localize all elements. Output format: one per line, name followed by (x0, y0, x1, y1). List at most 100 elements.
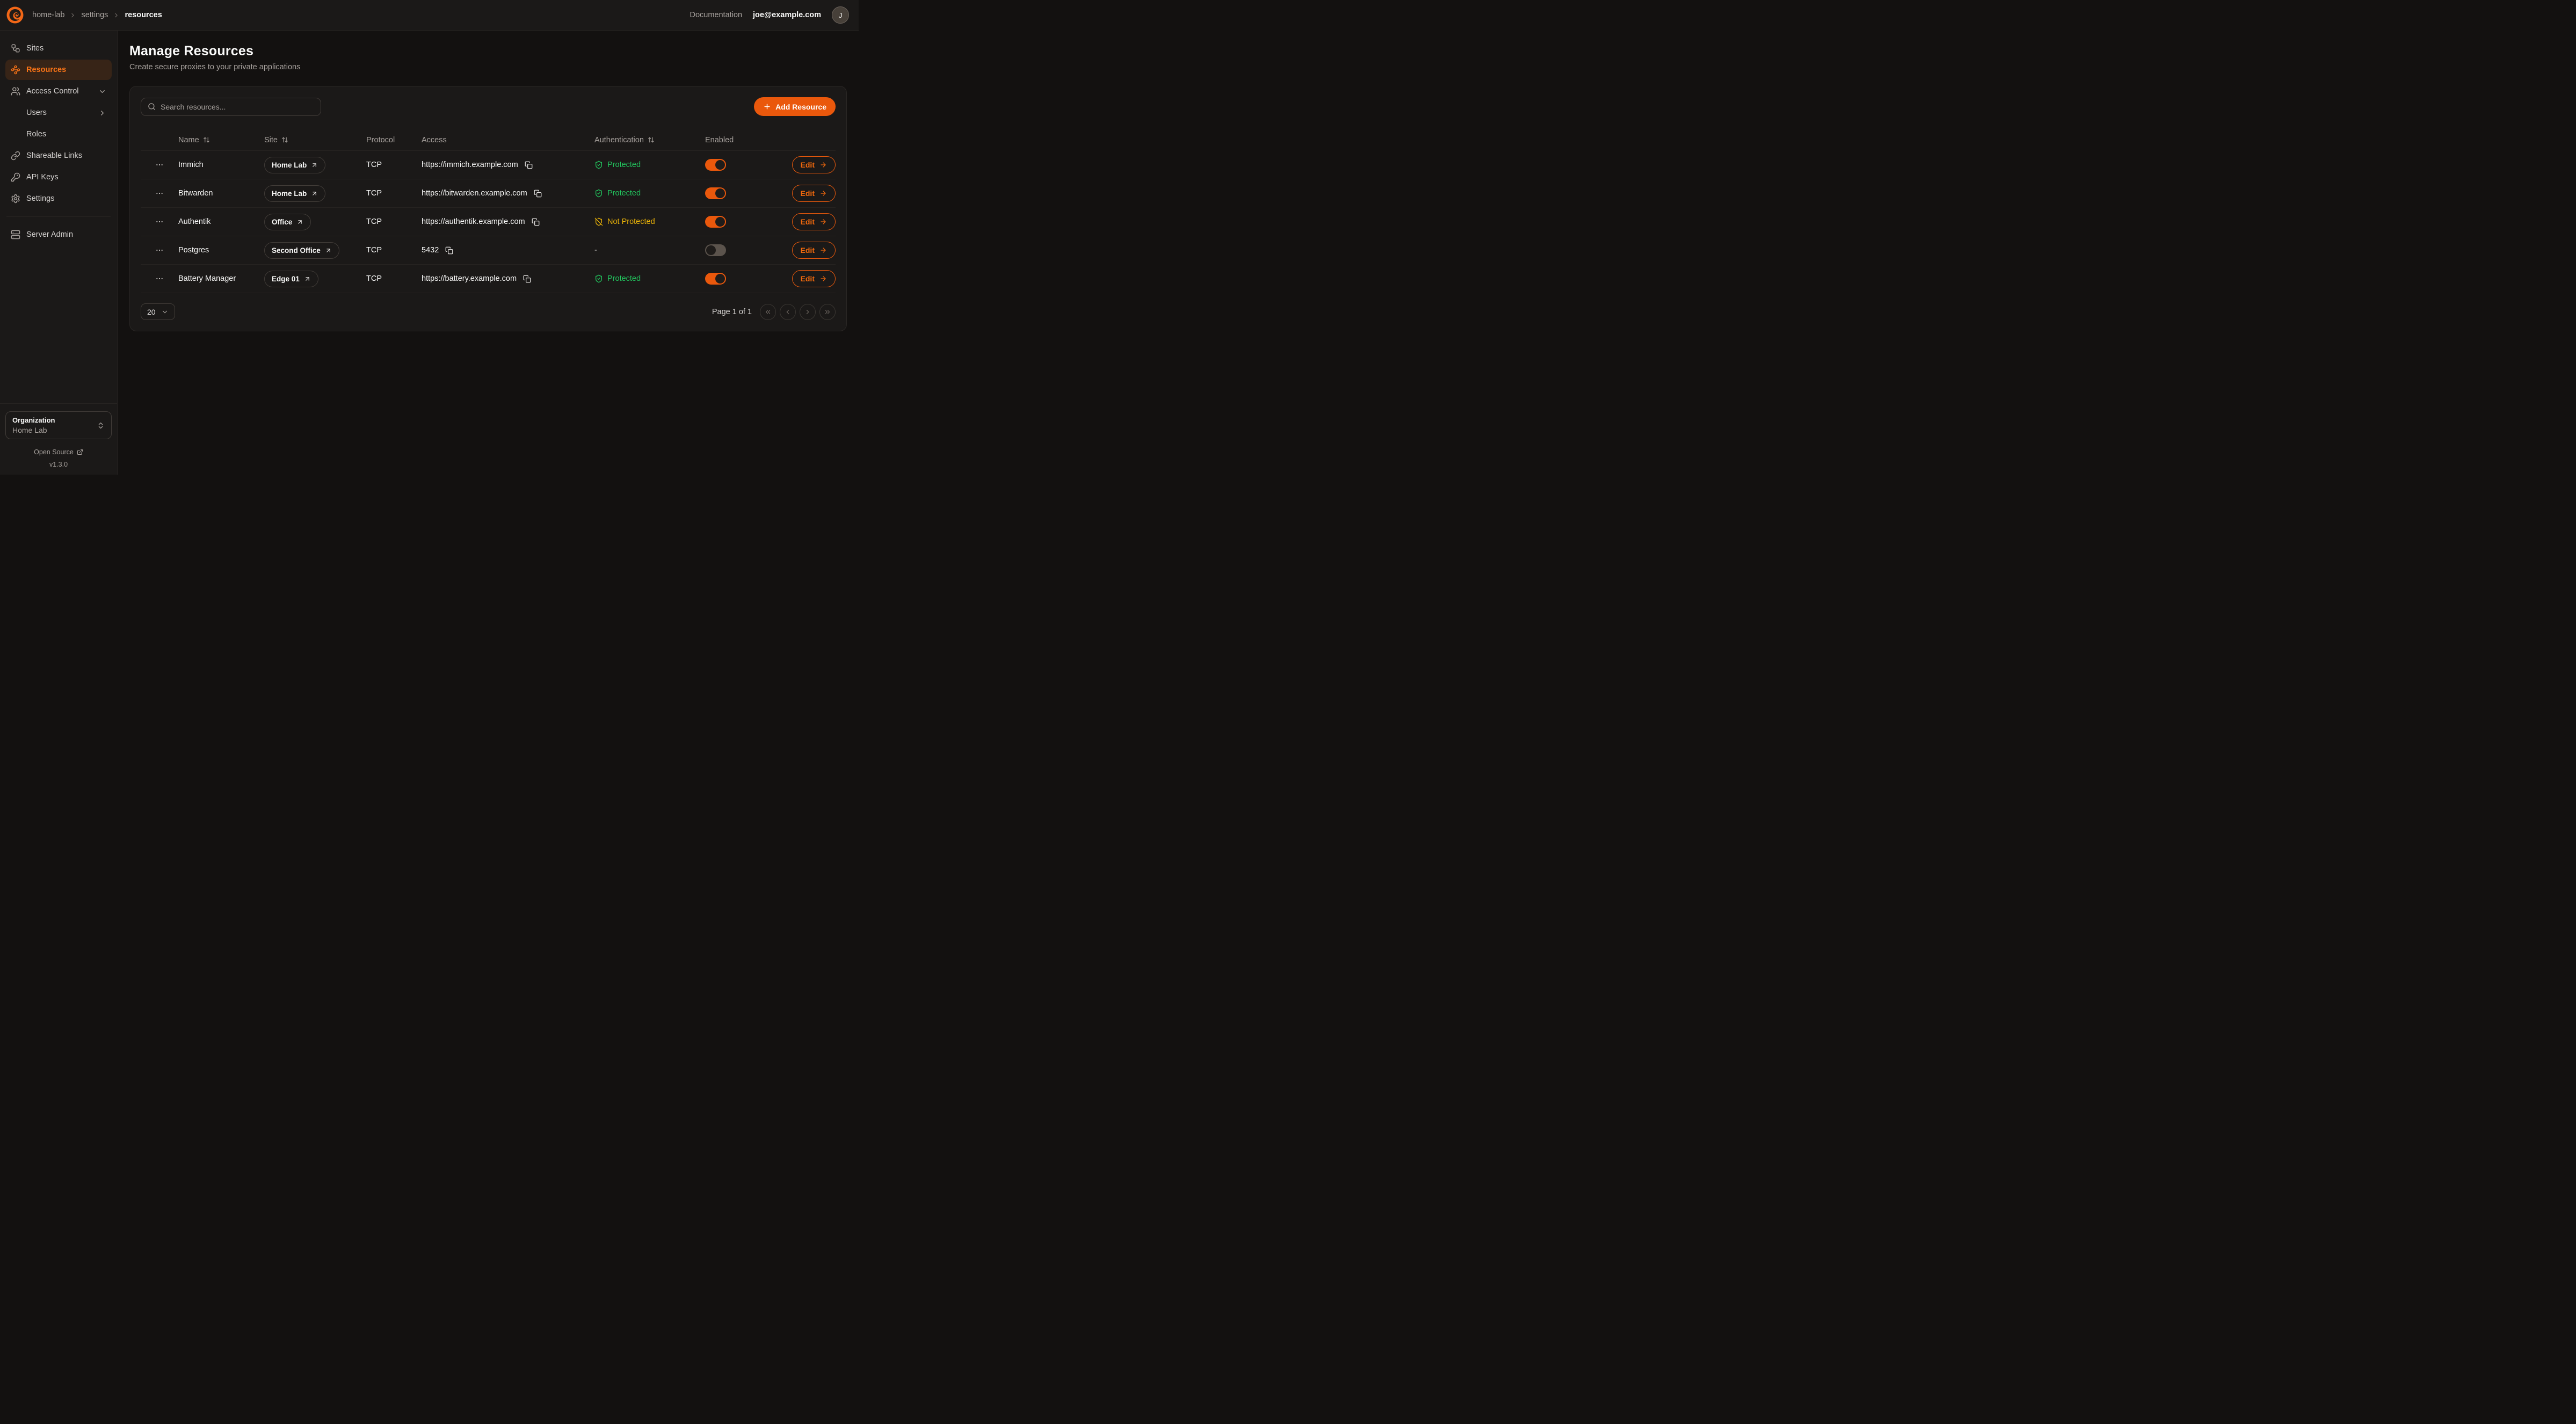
sidebar-item-shareable-links[interactable]: Shareable Links (5, 146, 112, 166)
sidebar-item-settings[interactable]: Settings (5, 188, 112, 209)
sidebar-item-server-admin[interactable]: Server Admin (5, 224, 112, 245)
sidebar-item-resources[interactable]: Resources (5, 60, 112, 80)
edit-label: Edit (801, 161, 815, 169)
enabled-toggle[interactable] (705, 244, 726, 256)
arrow-up-right-icon (304, 275, 311, 282)
site-name: Edge 01 (272, 275, 300, 283)
last-page-button[interactable] (819, 304, 836, 320)
breadcrumb-settings[interactable]: settings (81, 11, 108, 19)
page-size-value: 20 (147, 308, 156, 316)
topbar: home-lab settings resources Documentatio… (0, 0, 859, 31)
authentication-status: Protected (594, 274, 705, 283)
server-icon (11, 230, 20, 239)
chevron-right-icon (113, 12, 120, 19)
chevrons-left-icon (764, 308, 772, 316)
arrow-right-icon (819, 190, 827, 197)
first-page-button[interactable] (760, 304, 776, 320)
shield-check-icon (594, 161, 603, 169)
pangolin-logo-icon[interactable] (5, 5, 25, 25)
search-icon (148, 103, 156, 111)
edit-button[interactable]: Edit (792, 270, 836, 287)
user-email[interactable]: joe@example.com (753, 11, 821, 19)
sidebar-item-access-control[interactable]: Access Control (5, 81, 112, 101)
chevron-left-icon (784, 308, 792, 316)
site-link-button[interactable]: Home Lab (264, 157, 325, 173)
resources-card: Add Resource Name Site Protocol Access (129, 86, 847, 331)
copy-button[interactable] (533, 188, 543, 199)
previous-page-button[interactable] (780, 304, 796, 320)
sidebar-item-label: Resources (26, 66, 66, 74)
copy-button[interactable] (524, 160, 534, 170)
organization-select[interactable]: Organization Home Lab (5, 411, 112, 439)
authentication-status: Protected (594, 161, 705, 169)
edit-button[interactable]: Edit (792, 242, 836, 259)
sort-icon (648, 136, 655, 143)
enabled-toggle[interactable] (705, 216, 726, 228)
sites-icon (11, 43, 20, 53)
column-header-enabled: Enabled (705, 136, 780, 144)
site-link-button[interactable]: Home Lab (264, 185, 325, 202)
resource-protocol: TCP (366, 161, 422, 169)
authentication-label: Protected (607, 161, 641, 169)
enabled-toggle[interactable] (705, 159, 726, 171)
shield-check-icon (594, 189, 603, 198)
edit-button[interactable]: Edit (792, 156, 836, 173)
edit-label: Edit (801, 189, 815, 198)
edit-button[interactable]: Edit (792, 213, 836, 230)
edit-label: Edit (801, 217, 815, 226)
search-input[interactable] (161, 103, 314, 111)
organization-label: Organization (12, 416, 55, 424)
column-header-authentication[interactable]: Authentication (594, 136, 705, 144)
copy-button[interactable] (531, 217, 541, 227)
site-link-button[interactable]: Office (264, 214, 311, 230)
resources-table: Name Site Protocol Access Authentication… (141, 129, 836, 293)
version-label: v1.3.0 (5, 461, 112, 468)
open-source-label: Open Source (34, 448, 74, 456)
arrow-right-icon (819, 246, 827, 254)
breadcrumb-home-lab[interactable]: home-lab (32, 11, 64, 19)
sidebar-divider (6, 216, 111, 217)
breadcrumb-resources[interactable]: resources (125, 11, 162, 19)
site-link-button[interactable]: Second Office (264, 242, 339, 259)
sidebar-item-users[interactable]: Users (5, 103, 112, 123)
ellipsis-icon (155, 246, 164, 255)
column-header-name[interactable]: Name (178, 136, 264, 144)
users-icon (11, 86, 20, 96)
sort-icon (203, 136, 210, 143)
next-page-button[interactable] (800, 304, 816, 320)
row-actions-button[interactable] (153, 215, 166, 228)
enabled-toggle[interactable] (705, 273, 726, 285)
copy-button[interactable] (444, 245, 454, 256)
authentication-status: Not Protected (594, 217, 705, 226)
sidebar-item-label: Users (26, 108, 47, 117)
sidebar-item-roles[interactable]: Roles (5, 124, 112, 144)
enabled-toggle[interactable] (705, 187, 726, 199)
ellipsis-icon (155, 189, 164, 198)
sidebar-item-api-keys[interactable]: API Keys (5, 167, 112, 187)
avatar[interactable]: J (832, 6, 849, 24)
sidebar-item-label: Shareable Links (26, 151, 82, 160)
row-actions-button[interactable] (153, 187, 166, 200)
row-actions-button[interactable] (153, 244, 166, 257)
copy-button[interactable] (522, 274, 532, 284)
documentation-link[interactable]: Documentation (690, 11, 743, 19)
table-header: Name Site Protocol Access Authentication… (141, 129, 836, 151)
arrow-right-icon (819, 218, 827, 226)
row-actions-button[interactable] (153, 272, 166, 285)
page-size-select[interactable]: 20 (141, 303, 175, 320)
chevron-right-icon (69, 12, 76, 19)
arrow-up-right-icon (325, 247, 332, 254)
chevrons-up-down-icon (97, 422, 105, 430)
arrow-up-right-icon (296, 219, 303, 226)
sidebar-item-sites[interactable]: Sites (5, 38, 112, 59)
open-source-link[interactable]: Open Source (5, 448, 112, 456)
copy-icon (523, 275, 531, 283)
copy-icon (532, 218, 540, 226)
add-resource-button[interactable]: Add Resource (754, 97, 836, 116)
column-header-site[interactable]: Site (264, 136, 366, 144)
site-link-button[interactable]: Edge 01 (264, 271, 318, 287)
resource-name: Authentik (178, 217, 264, 226)
row-actions-button[interactable] (153, 158, 166, 171)
authentication-label: - (594, 246, 597, 255)
edit-button[interactable]: Edit (792, 185, 836, 202)
